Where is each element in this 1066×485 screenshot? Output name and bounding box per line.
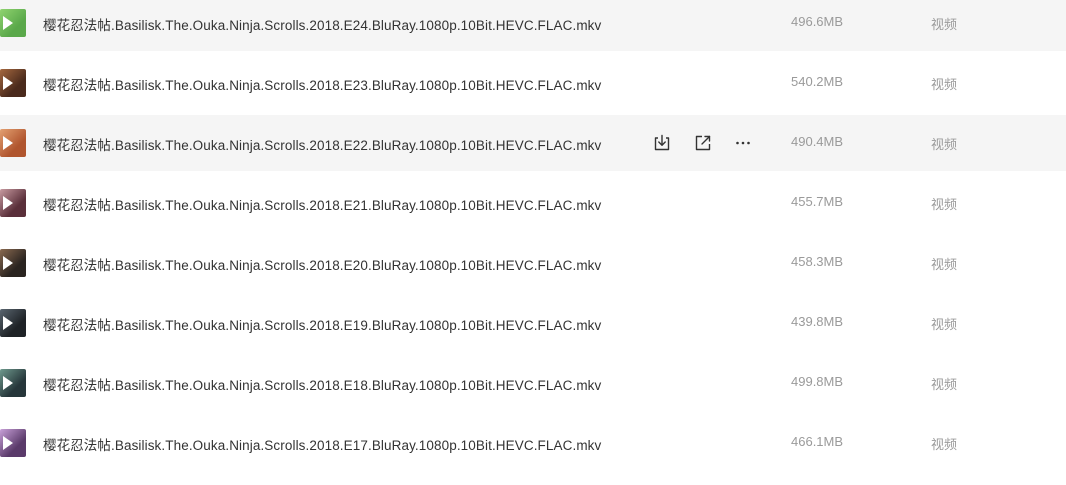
file-row[interactable]: 樱花忍法帖.Basilisk.The.Ouka.Ninja.Scrolls.20… <box>0 0 1066 51</box>
file-type: 视频 <box>931 437 958 452</box>
file-name[interactable]: 樱花忍法帖.Basilisk.The.Ouka.Ninja.Scrolls.20… <box>43 254 601 274</box>
file-size: 439.8MB <box>791 314 844 329</box>
file-name[interactable]: 樱花忍法帖.Basilisk.The.Ouka.Ninja.Scrolls.20… <box>43 14 601 34</box>
more-button[interactable] <box>733 133 753 153</box>
download-icon <box>654 134 670 151</box>
play-icon <box>3 76 13 90</box>
file-name[interactable]: 樱花忍法帖.Basilisk.The.Ouka.Ninja.Scrolls.20… <box>43 134 601 154</box>
share-button[interactable] <box>693 133 713 153</box>
file-size: 496.6MB <box>791 14 844 29</box>
file-size: 458.3MB <box>791 254 844 269</box>
file-row[interactable]: 樱花忍法帖.Basilisk.The.Ouka.Ninja.Scrolls.20… <box>0 355 1066 411</box>
video-thumbnail <box>0 129 26 157</box>
file-type: 视频 <box>931 77 958 92</box>
download-button[interactable] <box>652 133 672 153</box>
video-thumbnail <box>0 189 26 217</box>
file-name[interactable]: 樱花忍法帖.Basilisk.The.Ouka.Ninja.Scrolls.20… <box>43 194 601 214</box>
file-type: 视频 <box>931 197 958 212</box>
play-icon <box>3 436 13 450</box>
file-row[interactable]: 樱花忍法帖.Basilisk.The.Ouka.Ninja.Scrolls.20… <box>0 115 1066 171</box>
file-row[interactable]: 樱花忍法帖.Basilisk.The.Ouka.Ninja.Scrolls.20… <box>0 295 1066 351</box>
video-thumbnail <box>0 309 26 337</box>
file-name[interactable]: 樱花忍法帖.Basilisk.The.Ouka.Ninja.Scrolls.20… <box>43 374 601 394</box>
file-type: 视频 <box>931 137 958 152</box>
file-type: 视频 <box>931 317 958 332</box>
file-name[interactable]: 樱花忍法帖.Basilisk.The.Ouka.Ninja.Scrolls.20… <box>43 74 601 94</box>
file-name[interactable]: 樱花忍法帖.Basilisk.The.Ouka.Ninja.Scrolls.20… <box>43 314 601 334</box>
row-actions <box>652 133 762 153</box>
file-type: 视频 <box>931 257 958 272</box>
file-size: 540.2MB <box>791 74 844 89</box>
share-icon <box>695 135 711 151</box>
file-row[interactable]: 樱花忍法帖.Basilisk.The.Ouka.Ninja.Scrolls.20… <box>0 415 1066 471</box>
file-size: 466.1MB <box>791 434 844 449</box>
video-thumbnail <box>0 429 26 457</box>
file-size: 455.7MB <box>791 194 844 209</box>
file-row[interactable]: 樱花忍法帖.Basilisk.The.Ouka.Ninja.Scrolls.20… <box>0 175 1066 231</box>
video-thumbnail <box>0 249 26 277</box>
play-icon <box>3 256 13 270</box>
play-icon <box>3 376 13 390</box>
file-row[interactable]: 樱花忍法帖.Basilisk.The.Ouka.Ninja.Scrolls.20… <box>0 235 1066 291</box>
play-icon <box>3 196 13 210</box>
file-size: 490.4MB <box>791 134 844 149</box>
video-thumbnail <box>0 369 26 397</box>
more-icon <box>736 141 750 145</box>
video-thumbnail <box>0 9 26 37</box>
video-thumbnail <box>0 69 26 97</box>
file-name[interactable]: 樱花忍法帖.Basilisk.The.Ouka.Ninja.Scrolls.20… <box>43 434 601 454</box>
file-list: 樱花忍法帖.Basilisk.The.Ouka.Ninja.Scrolls.20… <box>0 0 1066 485</box>
file-type: 视频 <box>931 17 958 32</box>
play-icon <box>3 136 13 150</box>
file-size: 499.8MB <box>791 374 844 389</box>
file-row[interactable]: 樱花忍法帖.Basilisk.The.Ouka.Ninja.Scrolls.20… <box>0 55 1066 111</box>
play-icon <box>3 16 13 30</box>
play-icon <box>3 316 13 330</box>
file-type: 视频 <box>931 377 958 392</box>
